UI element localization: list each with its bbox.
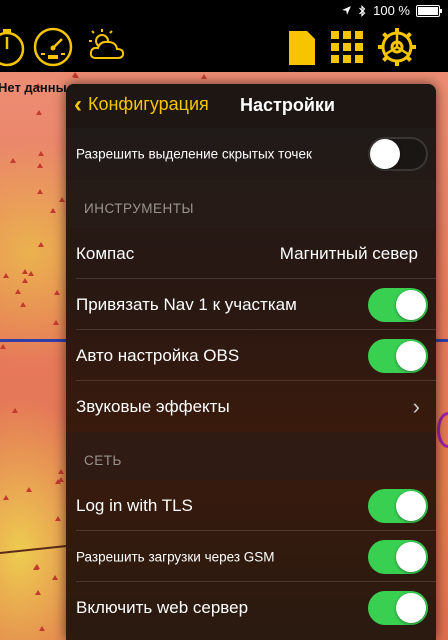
terrain-marker	[54, 290, 60, 295]
gsm-toggle[interactable]	[368, 539, 428, 574]
speedometer-icon[interactable]	[32, 26, 74, 68]
row-gsm[interactable]: Разрешить загрузки через GSM	[66, 531, 436, 582]
row-label: Авто настройка OBS	[76, 345, 240, 365]
settings-gear-icon[interactable]	[376, 26, 418, 68]
terrain-marker	[53, 320, 59, 325]
row-label: Включить web сервер	[76, 597, 249, 617]
status-bar: 100 %	[0, 0, 448, 22]
terrain-marker	[55, 516, 61, 521]
battery-text: 100 %	[373, 3, 410, 18]
terrain-marker	[201, 74, 207, 79]
terrain-marker	[52, 575, 58, 580]
tls-toggle[interactable]	[368, 488, 428, 523]
terrain-marker	[39, 626, 45, 631]
back-button-label: Конфигурация	[88, 94, 209, 114]
row-web-server[interactable]: Включить web сервер	[66, 582, 436, 633]
section-label: СЕТЬ	[84, 453, 122, 468]
settings-popover: ‹ Конфигурация Настройки Разрешить выдел…	[66, 84, 436, 640]
terrain-marker	[38, 242, 44, 247]
section-header-instruments: ИНСТРУМЕНТЫ	[66, 180, 436, 228]
terrain-marker	[22, 269, 28, 274]
terrain-marker	[59, 197, 65, 202]
terrain-marker	[22, 278, 28, 283]
bluetooth-icon	[359, 4, 366, 17]
toggle-knob	[396, 490, 426, 521]
terrain-marker	[35, 590, 41, 595]
terrain-marker	[58, 469, 64, 474]
section-header-network: СЕТЬ	[66, 432, 436, 480]
terrain-marker	[73, 73, 79, 78]
obs-toggle[interactable]	[368, 338, 428, 373]
row-tls[interactable]: Log in with TLS	[66, 480, 436, 531]
terrain-marker	[26, 487, 32, 492]
toggle-knob	[396, 592, 426, 623]
section-label: ИНСТРУМЕНТЫ	[84, 201, 194, 216]
row-obs[interactable]: Авто настройка OBS	[66, 330, 436, 381]
row-label: Привязать Nav 1 к участкам	[76, 294, 297, 314]
toggle-knob	[396, 289, 426, 320]
row-compass[interactable]: Компас Магнитный север	[66, 228, 436, 279]
row-label: Звуковые эффекты	[76, 396, 230, 416]
nav-bar: ‹ Конфигурация Настройки	[66, 84, 436, 128]
page-title: Настройки	[240, 95, 335, 115]
terrain-marker	[37, 189, 43, 194]
back-button[interactable]: ‹ Конфигурация	[74, 90, 209, 118]
terrain-marker	[50, 208, 56, 213]
terrain-marker	[37, 163, 43, 168]
airspace-marker	[437, 412, 448, 448]
terrain-marker	[3, 495, 9, 500]
grid-menu-icon[interactable]	[326, 26, 368, 68]
chevron-left-icon: ‹	[74, 90, 82, 118]
terrain-marker	[15, 289, 21, 294]
terrain-marker	[33, 565, 39, 570]
terrain-marker	[20, 302, 26, 307]
compass-value: Магнитный север	[279, 243, 418, 263]
document-icon[interactable]	[280, 26, 322, 68]
toggle-knob	[396, 541, 426, 572]
nav1-toggle[interactable]	[368, 287, 428, 322]
toggle-knob	[396, 340, 426, 371]
row-label: Разрешить загрузки через GSM	[76, 549, 275, 564]
terrain-marker	[28, 271, 34, 276]
hidden-points-toggle[interactable]	[368, 137, 428, 171]
row-hidden-points[interactable]: Разрешить выделение скрытых точек	[66, 128, 436, 180]
location-arrow-icon	[342, 6, 352, 15]
terrain-marker	[3, 273, 9, 278]
row-label: Разрешить выделение скрытых точек	[76, 146, 312, 162]
row-nav1[interactable]: Привязать Nav 1 к участкам	[66, 279, 436, 330]
chevron-right-icon: ›	[412, 393, 420, 419]
toggle-knob	[370, 139, 400, 169]
terrain-marker	[0, 344, 6, 349]
terrain-marker	[12, 408, 18, 413]
terrain-marker	[58, 477, 64, 482]
map-no-data-label: Нет данны	[0, 80, 67, 95]
terrain-marker	[36, 110, 42, 115]
row-label: Компас	[76, 243, 135, 263]
row-sound-effects[interactable]: Звуковые эффекты ›	[66, 381, 436, 432]
terrain-marker	[38, 151, 44, 156]
terrain-marker	[10, 158, 16, 163]
web-server-toggle[interactable]	[368, 590, 428, 625]
battery-icon	[416, 4, 442, 17]
settings-list[interactable]: Разрешить выделение скрытых точек ИНСТРУ…	[66, 128, 436, 640]
timer-gauge-icon[interactable]	[0, 26, 28, 68]
toolbar	[0, 22, 448, 72]
row-label: Log in with TLS	[76, 495, 193, 515]
weather-sun-cloud-icon[interactable]	[86, 26, 128, 68]
status-right: 100 %	[341, 3, 442, 18]
battery-fill	[418, 6, 438, 15]
